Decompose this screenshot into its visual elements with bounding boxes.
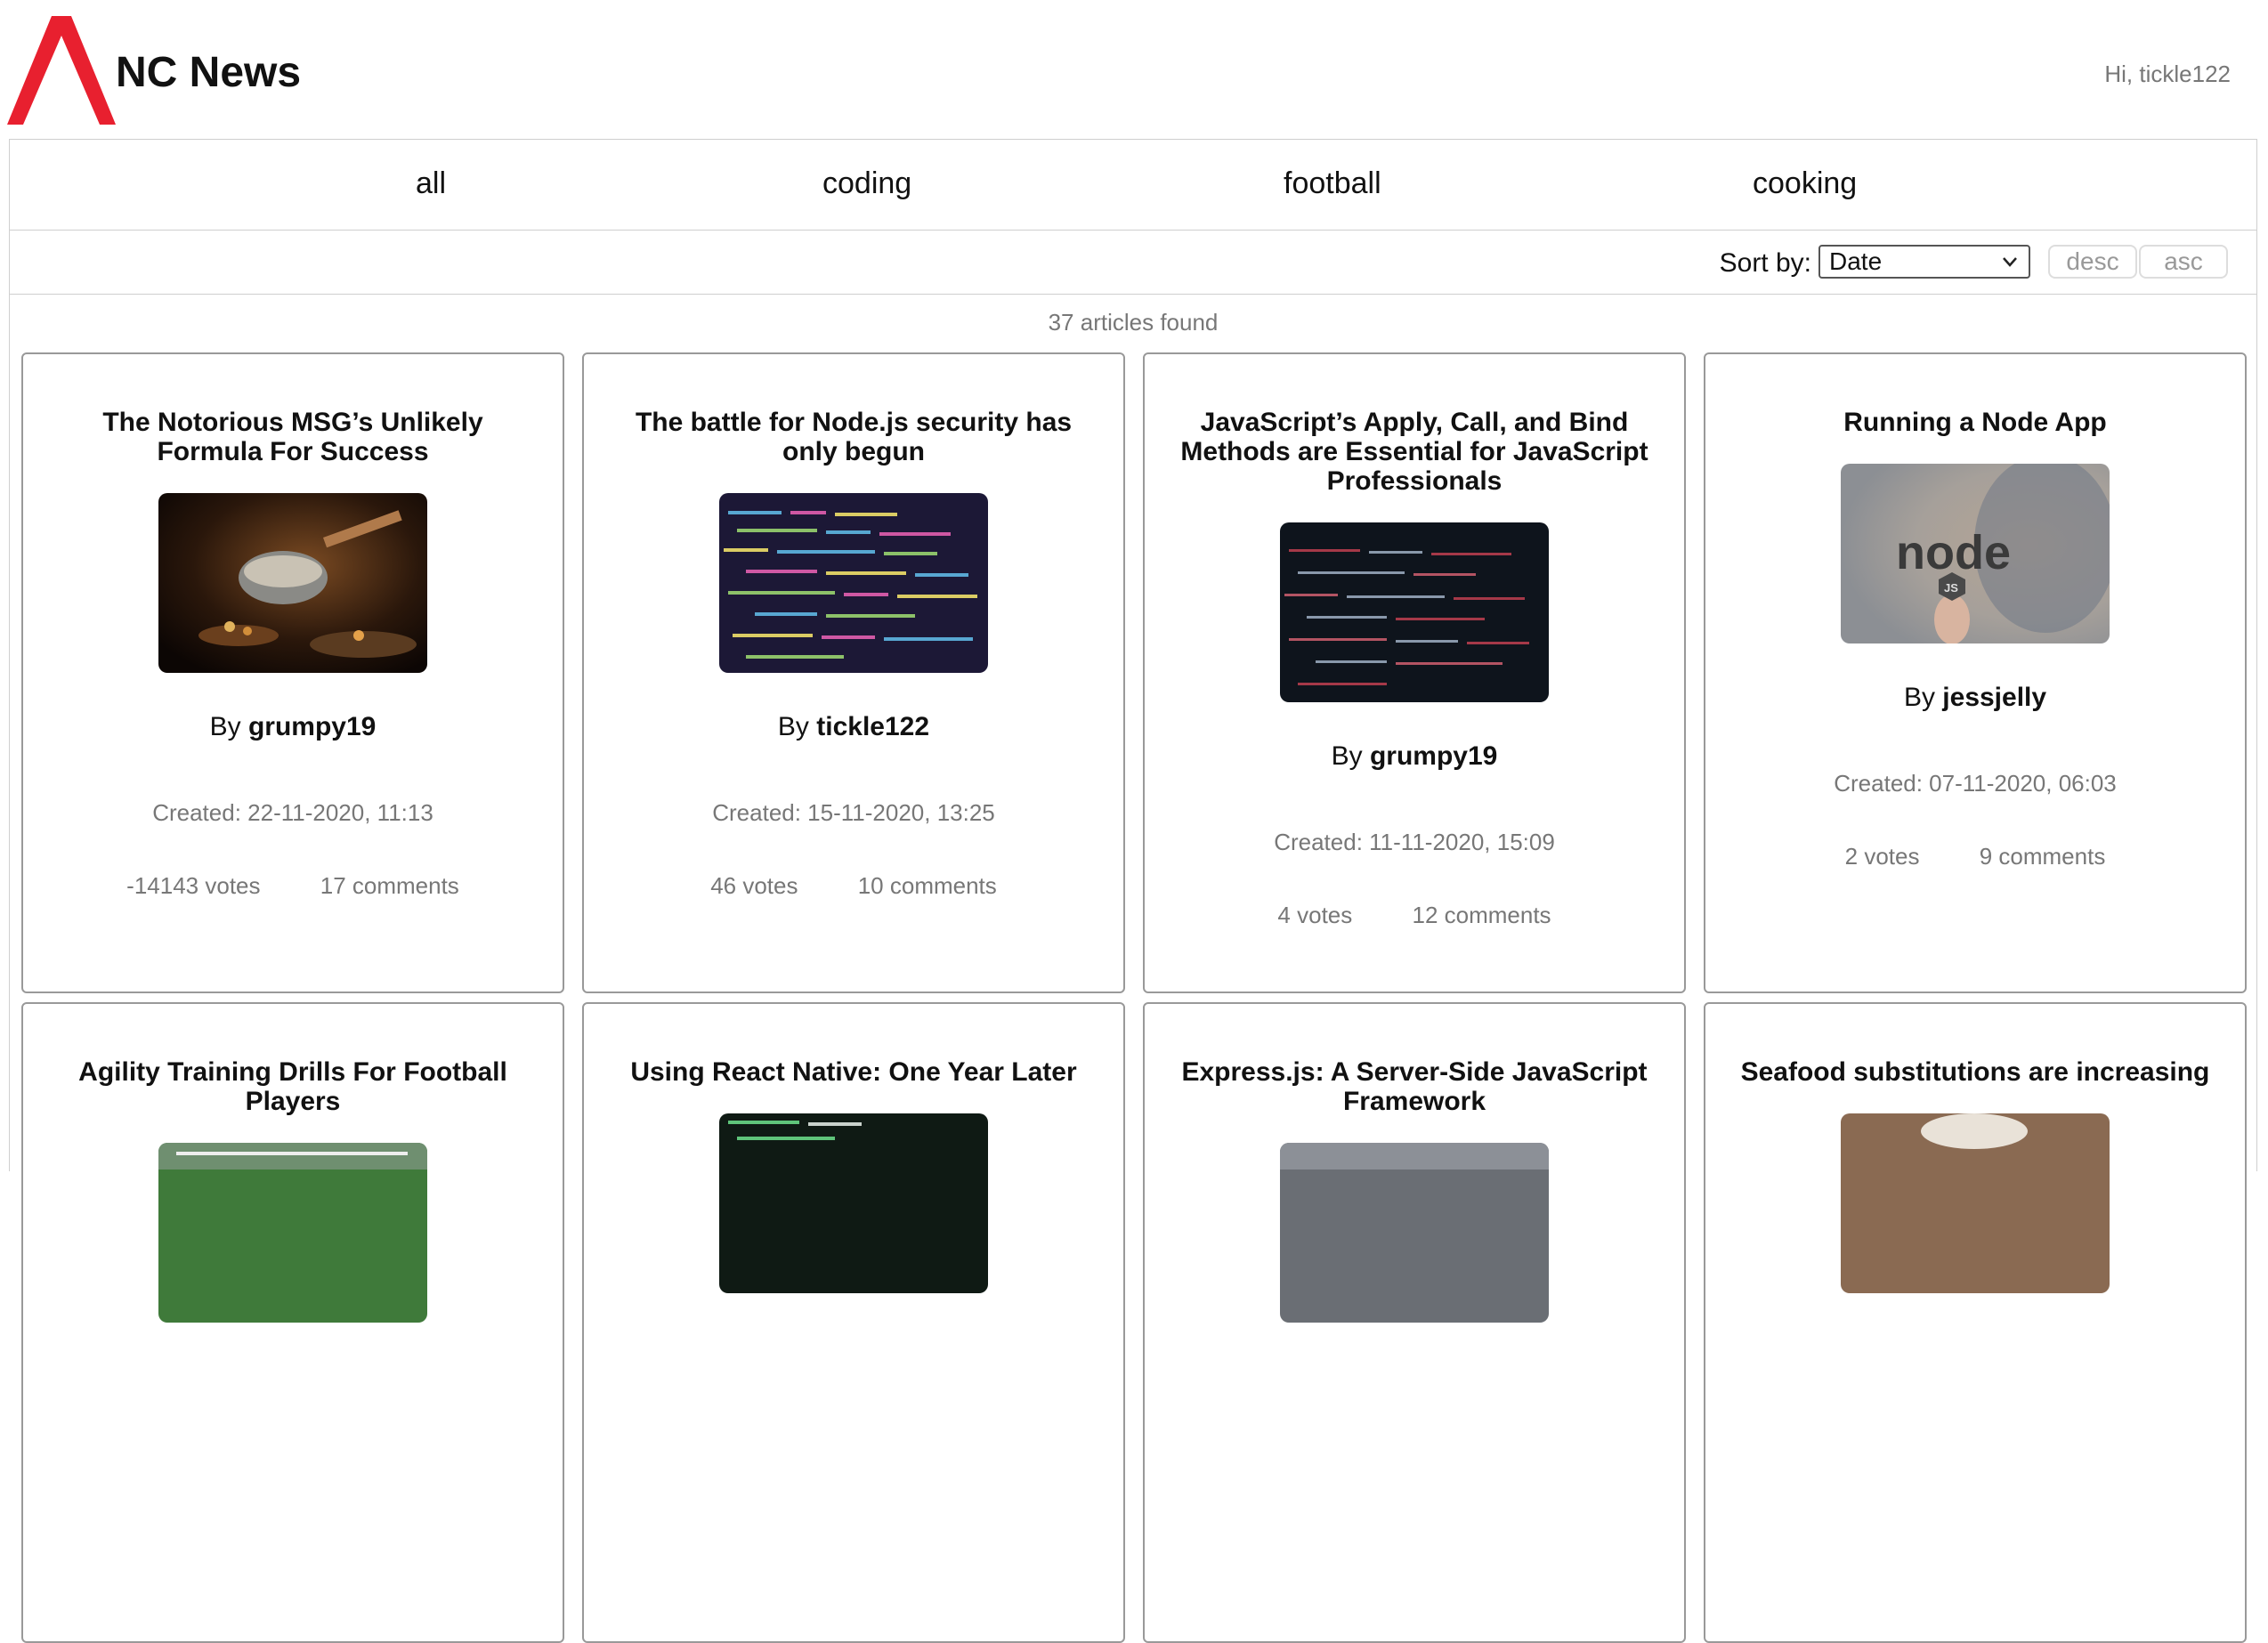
article-title[interactable]: The battle for Node.js security has only… xyxy=(611,408,1097,466)
topic-cooking[interactable]: cooking xyxy=(1753,166,1857,201)
article-author-line: By grumpy19 xyxy=(23,712,563,742)
site-title[interactable]: NC News xyxy=(116,46,301,100)
sort-select[interactable]: Date xyxy=(1818,245,2030,279)
article-image xyxy=(1280,522,1549,702)
article-author-line: By jessjelly xyxy=(1705,683,2245,713)
article-card[interactable]: Using React Native: One Year Later xyxy=(582,1002,1125,1643)
topic-coding[interactable]: coding xyxy=(822,166,911,201)
article-card[interactable]: Agility Training Drills For Football Pla… xyxy=(21,1002,564,1643)
article-image: node JS xyxy=(1841,464,2110,643)
article-card[interactable]: The Notorious MSG’s Unlikely Formula For… xyxy=(21,352,564,993)
sort-select-value: Date xyxy=(1829,247,1883,275)
topic-all[interactable]: all xyxy=(416,166,446,201)
author-name[interactable]: jessjelly xyxy=(1942,683,2046,712)
article-card[interactable]: Express.js: A Server-Side JavaScript Fra… xyxy=(1143,1002,1686,1643)
author-name[interactable]: grumpy19 xyxy=(248,712,376,741)
svg-text:JS: JS xyxy=(1944,581,1958,595)
created-date: Created: 22-11-2020, 11:13 xyxy=(152,799,433,826)
article-title[interactable]: Agility Training Drills For Football Pla… xyxy=(50,1057,536,1116)
author-prefix: By xyxy=(1903,683,1935,712)
article-title[interactable]: Seafood substitutions are increasing xyxy=(1732,1057,2218,1087)
article-card[interactable]: Running a Node App node JS By jessjelly … xyxy=(1704,352,2247,993)
article-image xyxy=(1280,1143,1549,1323)
votes-count: 4 votes xyxy=(1277,902,1353,928)
svg-text:node: node xyxy=(1896,526,2011,579)
desc-button[interactable]: desc xyxy=(2048,245,2137,279)
comments-count: 17 comments xyxy=(320,872,459,899)
article-title[interactable]: JavaScript’s Apply, Call, and Bind Metho… xyxy=(1171,408,1657,496)
sort-bar: Sort by: Date desc asc xyxy=(10,231,2256,295)
article-title[interactable]: Express.js: A Server-Side JavaScript Fra… xyxy=(1171,1057,1657,1116)
comments-count: 10 comments xyxy=(857,872,997,899)
votes-count: -14143 votes xyxy=(126,872,261,899)
author-name[interactable]: grumpy19 xyxy=(1370,741,1497,771)
created-date: Created: 11-11-2020, 15:09 xyxy=(1274,829,1555,855)
created-date: Created: 07-11-2020, 06:03 xyxy=(1834,770,2117,797)
article-image xyxy=(719,1113,988,1293)
author-prefix: By xyxy=(1331,741,1363,771)
article-card[interactable]: The battle for Node.js security has only… xyxy=(582,352,1125,993)
article-image xyxy=(158,493,427,673)
article-title[interactable]: Using React Native: One Year Later xyxy=(611,1057,1097,1087)
chevron-down-icon xyxy=(2003,257,2017,267)
red-caret-logo-icon[interactable] xyxy=(7,16,116,125)
site-header: NC News Hi, tickle122 xyxy=(0,0,2268,134)
article-stats: 2 votes 9 comments xyxy=(1705,843,2245,870)
votes-count: 2 votes xyxy=(1844,843,1920,870)
author-name[interactable]: tickle122 xyxy=(816,712,929,741)
topics-nav: all coding football cooking xyxy=(10,140,2256,231)
article-title[interactable]: The Notorious MSG’s Unlikely Formula For… xyxy=(50,408,536,466)
article-card[interactable]: JavaScript’s Apply, Call, and Bind Metho… xyxy=(1143,352,1686,993)
comments-count: 12 comments xyxy=(1412,902,1551,928)
author-prefix: By xyxy=(209,712,241,741)
article-card[interactable]: Seafood substitutions are increasing xyxy=(1704,1002,2247,1643)
created-date: Created: 15-11-2020, 13:25 xyxy=(712,799,995,826)
sort-label: Sort by: xyxy=(1719,248,1811,278)
article-stats: -14143 votes 17 comments xyxy=(23,872,563,900)
comments-count: 9 comments xyxy=(1979,843,2106,870)
article-image xyxy=(1841,1113,2110,1293)
article-author-line: By grumpy19 xyxy=(1145,741,1684,772)
asc-button[interactable]: asc xyxy=(2139,245,2228,279)
article-image xyxy=(158,1143,427,1323)
article-author-line: By tickle122 xyxy=(584,712,1123,742)
article-stats: 4 votes 12 comments xyxy=(1145,902,1684,929)
user-greeting: Hi, tickle122 xyxy=(2104,61,2231,87)
article-stats: 46 votes 10 comments xyxy=(584,872,1123,900)
article-title[interactable]: Running a Node App xyxy=(1732,408,2218,437)
author-prefix: By xyxy=(777,712,809,741)
topic-football[interactable]: football xyxy=(1284,166,1381,201)
articles-count: 37 articles found xyxy=(1048,309,1219,336)
article-image xyxy=(719,493,988,673)
votes-count: 46 votes xyxy=(710,872,798,899)
